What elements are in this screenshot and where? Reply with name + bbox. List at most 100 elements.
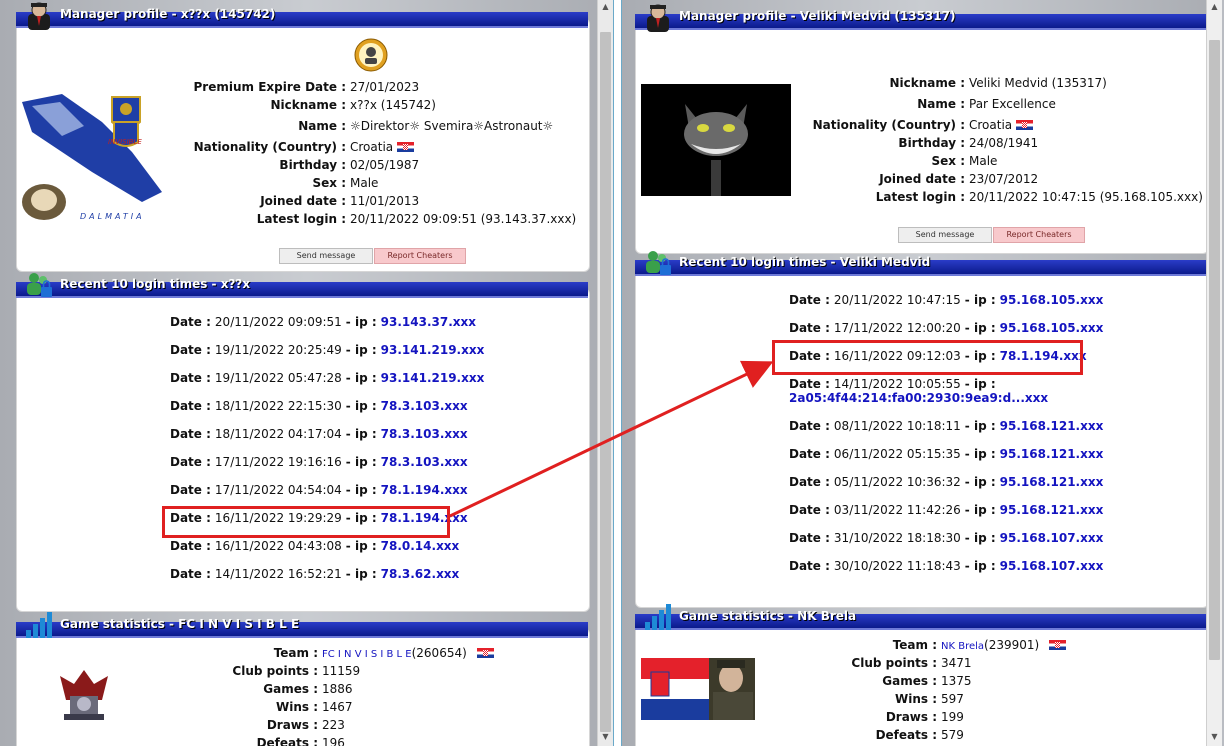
login-ip: 95.168.105.xxx bbox=[999, 293, 1104, 307]
date-label: Date : bbox=[170, 539, 211, 553]
stat-label: Club points : bbox=[851, 656, 937, 670]
profile-label: Joined date : bbox=[260, 194, 346, 208]
login-date: 30/10/2022 11:18:43 bbox=[833, 559, 961, 573]
stat-value: 579 bbox=[941, 728, 964, 742]
ip-label: - ip : bbox=[345, 455, 377, 469]
profile-row: Sex : Male bbox=[16, 174, 379, 192]
scroll-up-icon[interactable]: ▲ bbox=[1207, 0, 1222, 14]
login-ip: 95.168.121.xxx bbox=[999, 475, 1104, 489]
team-link[interactable]: FC I N V I S I B L E bbox=[322, 649, 412, 660]
profile-label: Nationality (Country) : bbox=[193, 140, 346, 154]
login-row: Date :18/11/2022 22:15:30- ip :78.3.103.… bbox=[170, 399, 468, 413]
scroll-down-icon[interactable]: ▼ bbox=[1207, 730, 1222, 744]
recent-logins-header: Recent 10 login times - x??x bbox=[16, 273, 588, 298]
team-row: Team : FC I N V I S I B L E(260654) bbox=[16, 644, 494, 664]
login-row: Date :16/11/2022 04:43:08- ip :78.0.14.x… bbox=[170, 539, 459, 553]
date-label: Date : bbox=[789, 419, 830, 433]
ip-label: - ip : bbox=[964, 531, 996, 545]
profile-label: Sex : bbox=[931, 154, 966, 168]
login-row: Date :14/11/2022 10:05:55- ip :2a05:4f44… bbox=[789, 377, 1048, 405]
manager-avatar-icon bbox=[647, 4, 669, 32]
profile-row: Birthday : 02/05/1987 bbox=[16, 156, 419, 174]
report-cheaters-button[interactable]: Report Cheaters bbox=[993, 227, 1085, 243]
ip-label: - ip : bbox=[964, 475, 996, 489]
profile-row: Birthday : 24/08/1941 bbox=[635, 134, 1038, 152]
login-date: 17/11/2022 12:00:20 bbox=[833, 321, 961, 335]
stat-label: Draws : bbox=[266, 718, 318, 732]
game-statistics-section: Game statistics - NK Brela Team : NK Brel… bbox=[635, 604, 1209, 746]
profile-label: Nickname : bbox=[889, 76, 965, 90]
stat-label: Games : bbox=[263, 682, 318, 696]
recent-logins-section: Recent 10 login times - x??x Date :20/11… bbox=[16, 273, 590, 612]
login-row: Date :19/11/2022 05:47:28- ip :93.141.21… bbox=[170, 371, 484, 385]
profile-value: Veliki Medvid (135317) bbox=[969, 76, 1107, 90]
left-vertical-scrollbar[interactable]: ▲ ▼ bbox=[597, 0, 613, 746]
game-statistics-title: Game statistics - FC I N V I S I B L E bbox=[60, 617, 300, 631]
login-date: 14/11/2022 16:52:21 bbox=[214, 567, 342, 581]
stat-row: Club points : 11159 bbox=[16, 662, 360, 680]
team-link[interactable]: NK Brela bbox=[941, 641, 984, 652]
send-message-button[interactable]: Send message bbox=[279, 248, 373, 264]
stat-row: Club points : 3471 bbox=[635, 654, 971, 672]
profile-value: x??x (145742) bbox=[350, 98, 436, 112]
login-row: Date :17/11/2022 12:00:20- ip :95.168.10… bbox=[789, 321, 1103, 335]
recent-logins-title: Recent 10 login times - x??x bbox=[60, 277, 251, 291]
report-cheaters-button[interactable]: Report Cheaters bbox=[374, 248, 466, 264]
stat-row: Games : 1886 bbox=[16, 680, 352, 698]
profile-value: 27/01/2023 bbox=[350, 80, 420, 94]
ip-label: - ip : bbox=[964, 559, 996, 573]
right-scroll-thumb[interactable] bbox=[1209, 40, 1220, 660]
manager-profile-section: Manager profile - Veliki Medvid (135317)… bbox=[635, 4, 1209, 254]
profile-value: 24/08/1941 bbox=[969, 136, 1039, 150]
profile-row: Latest login : 20/11/2022 09:09:51 (93.14… bbox=[16, 210, 577, 228]
date-label: Date : bbox=[789, 293, 830, 307]
login-row: Date :30/10/2022 11:18:43- ip :95.168.10… bbox=[789, 559, 1103, 573]
date-label: Date : bbox=[789, 475, 830, 489]
send-message-button[interactable]: Send message bbox=[898, 227, 992, 243]
users-lock-icon bbox=[27, 273, 52, 297]
date-label: Date : bbox=[789, 531, 830, 545]
login-ip: 78.3.103.xxx bbox=[380, 455, 468, 469]
login-row: Date :20/11/2022 09:09:51- ip :93.143.37… bbox=[170, 315, 476, 329]
profile-row: Name : Par Excellence bbox=[635, 95, 1056, 113]
team-id: (239901) bbox=[984, 638, 1040, 652]
login-date: 19/11/2022 20:25:49 bbox=[214, 343, 342, 357]
stat-label: Club points : bbox=[232, 664, 318, 678]
date-label: Date : bbox=[789, 503, 830, 517]
profile-row: Nickname : Veliki Medvid (135317) bbox=[635, 74, 1107, 92]
profile-value: 23/07/2012 bbox=[969, 172, 1039, 186]
date-label: Date : bbox=[789, 559, 830, 573]
date-label: Date : bbox=[789, 321, 830, 335]
login-row: Date :08/11/2022 10:18:11- ip :95.168.12… bbox=[789, 419, 1103, 433]
team-label: Team : bbox=[892, 638, 937, 652]
login-row: Date :18/11/2022 04:17:04- ip :78.3.103.… bbox=[170, 427, 468, 441]
date-label: Date : bbox=[170, 399, 211, 413]
stat-value: 196 bbox=[322, 736, 345, 746]
profile-label: Nationality (Country) : bbox=[812, 118, 965, 132]
profile-value: 20/11/2022 10:47:15 (95.168.105.xxx) bbox=[969, 190, 1203, 204]
ip-label: - ip : bbox=[345, 371, 377, 385]
scroll-up-icon[interactable]: ▲ bbox=[598, 0, 613, 14]
ip-label: - ip : bbox=[964, 293, 996, 307]
login-row: Date :17/11/2022 19:16:16- ip :78.3.103.… bbox=[170, 455, 468, 469]
scroll-down-icon[interactable]: ▼ bbox=[598, 730, 613, 744]
login-ip: 78.0.14.xxx bbox=[380, 539, 460, 553]
login-ip: 78.3.62.xxx bbox=[380, 567, 460, 581]
ip-label: - ip : bbox=[345, 483, 377, 497]
profile-label: Latest login : bbox=[875, 190, 965, 204]
left-scroll-thumb[interactable] bbox=[600, 32, 611, 732]
stat-row: Defeats : 196 bbox=[16, 734, 345, 746]
ip-label: - ip : bbox=[964, 377, 996, 391]
profile-value: Male bbox=[969, 154, 998, 168]
right-vertical-scrollbar[interactable]: ▲ ▼ bbox=[1206, 0, 1222, 746]
profile-row: Joined date : 11/01/2013 bbox=[16, 192, 419, 210]
highlight-box-left bbox=[162, 506, 450, 538]
stat-label: Wins : bbox=[275, 700, 318, 714]
profile-label: Latest login : bbox=[256, 212, 346, 226]
game-statistics-section: Game statistics - FC I N V I S I B L E T… bbox=[16, 612, 590, 746]
login-ip: 93.143.37.xxx bbox=[380, 315, 476, 329]
recent-logins-header: Recent 10 login times - Veliki Medvid bbox=[635, 251, 1207, 276]
login-date: 17/11/2022 04:54:04 bbox=[214, 483, 342, 497]
date-label: Date : bbox=[170, 567, 211, 581]
croatia-flag-icon bbox=[1049, 640, 1067, 650]
